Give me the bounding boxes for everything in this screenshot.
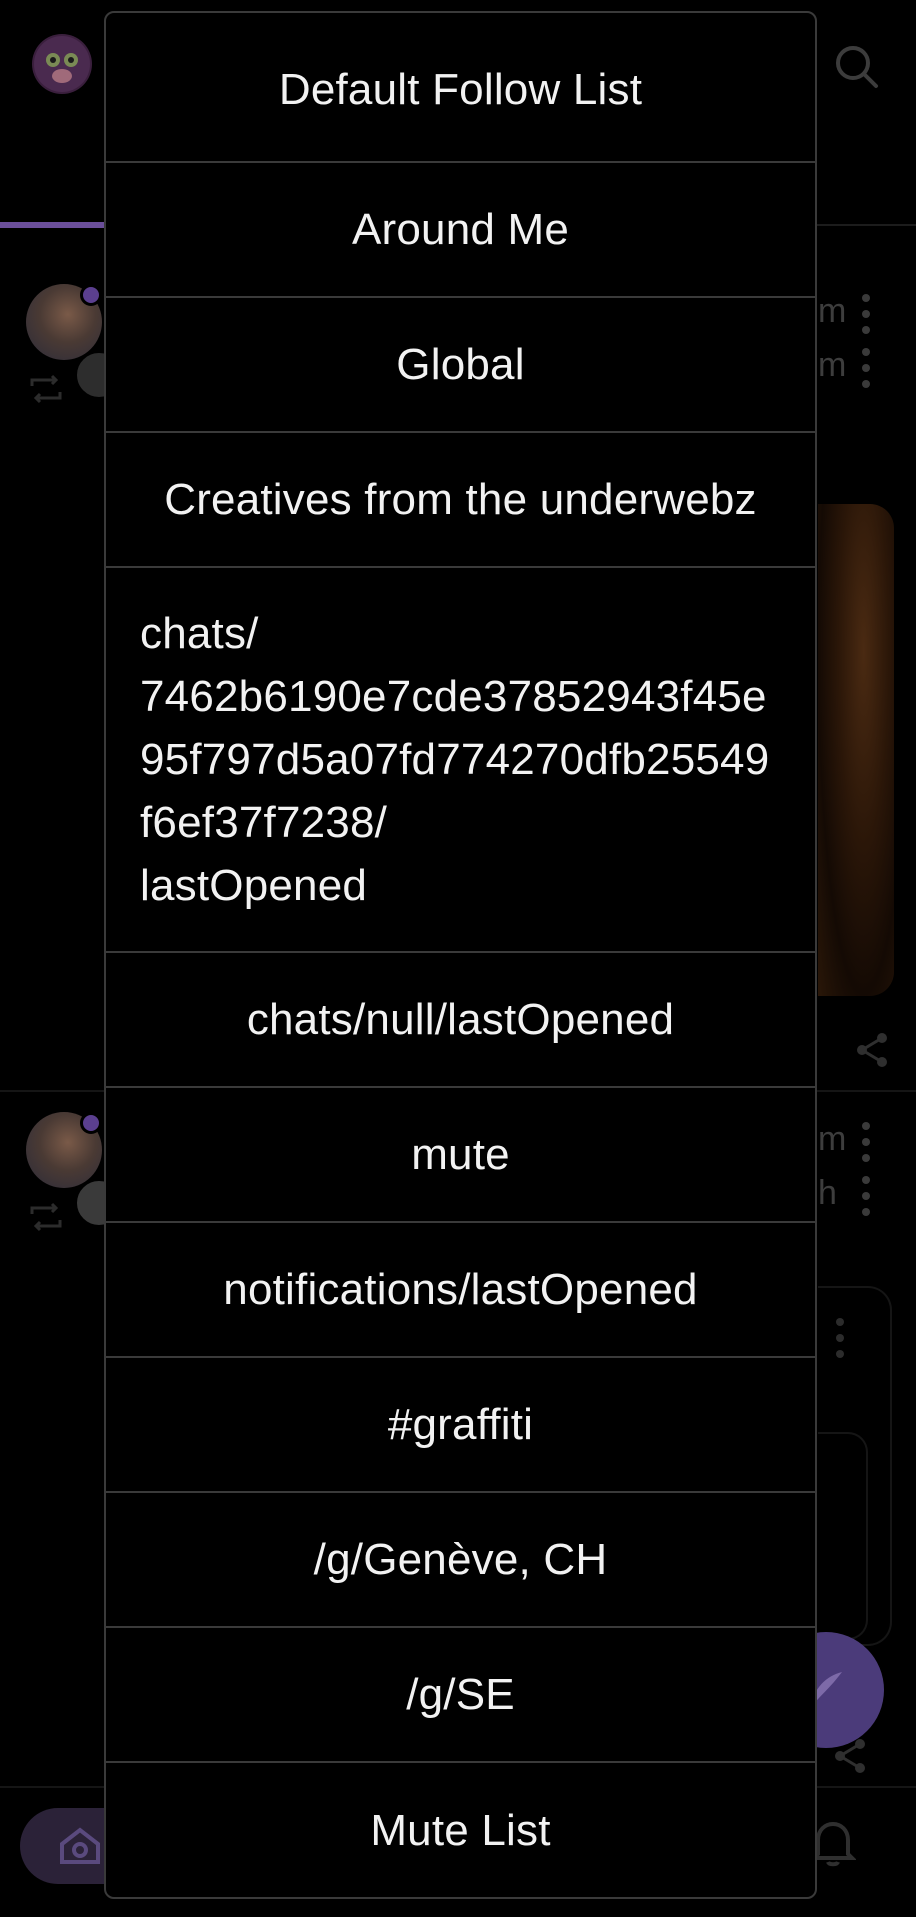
post-time: m — [818, 1120, 847, 1158]
kebab-icon[interactable] — [860, 346, 872, 390]
active-tab-indicator — [0, 222, 104, 228]
menu-item-mute-list[interactable]: Mute List — [106, 1763, 815, 1897]
menu-item-label: /g/Genève, CH — [313, 1534, 608, 1584]
menu-item-label: /g/SE — [406, 1669, 515, 1719]
menu-item-mute[interactable]: mute — [106, 1088, 815, 1223]
menu-item-geneve[interactable]: /g/Genève, CH — [106, 1493, 815, 1628]
menu-item-label: chats/ 7462b6190e7cde37852943f45e95f797d… — [140, 609, 770, 910]
search-icon[interactable] — [832, 42, 882, 92]
menu-item-graffiti[interactable]: #graffiti — [106, 1358, 815, 1493]
menu-item-label: Mute List — [370, 1805, 551, 1855]
verified-badge-icon — [80, 1112, 102, 1134]
menu-item-label: Global — [396, 339, 525, 389]
menu-item-chat-last-opened[interactable]: chats/ 7462b6190e7cde37852943f45e95f797d… — [106, 568, 815, 953]
menu-item-label: notifications/lastOpened — [223, 1264, 698, 1314]
menu-item-label: Around Me — [351, 204, 570, 254]
menu-item-label: mute — [411, 1129, 510, 1179]
repost-icon[interactable] — [28, 374, 64, 404]
post-image[interactable] — [818, 504, 894, 996]
menu-item-label: Default Follow List — [278, 65, 643, 114]
menu-item-notifications-last-opened[interactable]: notifications/lastOpened — [106, 1223, 815, 1358]
monkey-logo-icon[interactable] — [32, 34, 92, 94]
repost-icon[interactable] — [28, 1202, 64, 1232]
app-screen: m m m h Default Follow List Around Me Gl… — [0, 0, 916, 1917]
post-time: m — [818, 346, 847, 384]
menu-item-label: #graffiti — [387, 1399, 534, 1449]
kebab-icon[interactable] — [860, 292, 872, 336]
menu-item-chats-null[interactable]: chats/null/lastOpened — [106, 953, 815, 1088]
menu-item-default-follow-list[interactable]: Default Follow List — [106, 13, 815, 163]
menu-item-se[interactable]: /g/SE — [106, 1628, 815, 1763]
post-time: h — [818, 1174, 837, 1212]
verified-badge-icon — [80, 284, 102, 306]
post-time: m — [818, 292, 847, 330]
feed-selector-menu: Default Follow List Around Me Global Cre… — [104, 11, 817, 1899]
menu-item-global[interactable]: Global — [106, 298, 815, 433]
menu-item-creatives[interactable]: Creatives from the underwebz — [106, 433, 815, 568]
home-icon — [60, 1827, 100, 1864]
menu-item-label: chats/null/lastOpened — [246, 994, 675, 1044]
embedded-card-inner — [818, 1432, 868, 1640]
menu-item-label: Creatives from the underwebz — [164, 474, 757, 524]
share-icon[interactable] — [852, 1030, 892, 1070]
kebab-icon[interactable] — [860, 1120, 872, 1164]
kebab-icon[interactable] — [860, 1174, 872, 1218]
menu-item-around-me[interactable]: Around Me — [106, 163, 815, 298]
kebab-icon[interactable] — [834, 1316, 846, 1360]
